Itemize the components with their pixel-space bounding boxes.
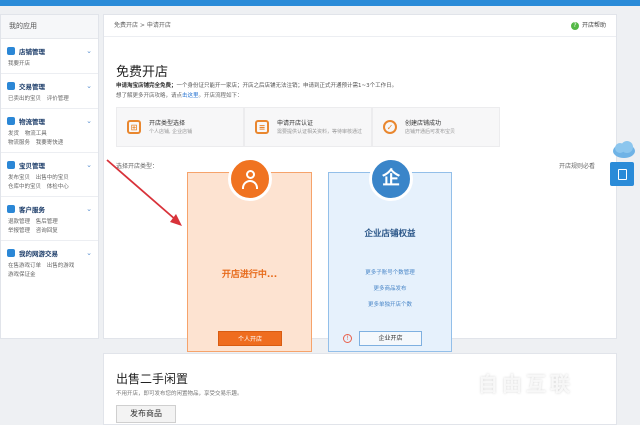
process-steps: ⊞ 开店类型选择 个人店铺, 企业店铺 ≡ 申请开店认证 需要提供认证相关资料，… (116, 107, 628, 147)
main-panel: 免费开店 > 申请开店 ? 开店帮助 免费开店 申请淘宝店铺完全免费；一个身份证… (103, 14, 617, 352)
chevron-down-icon[interactable]: ⌄ (86, 47, 92, 55)
sidebar-section-items: 宝贝管理 ⌄ 发布宝贝 出售中的宝贝 仓库中的宝贝 体检中心 (1, 153, 98, 197)
enterprise-icon: 企 (369, 157, 413, 201)
benefit-item: 更多子账号个数管理 (365, 270, 415, 276)
grid-icon: ⊞ (127, 120, 141, 134)
sidebar-header: 我的应用 (1, 15, 98, 39)
chevron-down-icon[interactable]: ⌄ (86, 249, 92, 257)
cloud-icon[interactable] (611, 140, 637, 162)
sidebar-section-service: 客户服务 ⌄ 退款管理 售后管理 举报管理 咨询回复 (1, 197, 98, 241)
sidebar-link[interactable]: 咨询回复 (36, 228, 58, 234)
sidebar-link[interactable]: 发布宝贝 (8, 175, 30, 181)
chevron-down-icon[interactable]: ⌄ (86, 161, 92, 169)
sidebar-link[interactable]: 评价管理 (47, 96, 69, 102)
step-item: ✓ 创建店铺成功 店铺开通后可发布宝贝 (372, 107, 500, 147)
store-icon (7, 46, 15, 55)
benefit-item: 更多单独开店个数 (367, 302, 412, 308)
sidebar-section-games: 我的网游交易 ⌄ 在售游戏订单 出售的游戏 游戏保证金 (1, 241, 98, 284)
sidebar-section-store: 店铺管理 ⌄ 我要开店 (1, 39, 98, 74)
person-icon (228, 157, 272, 201)
secondhand-title: 出售二手闲置 (116, 372, 189, 386)
notice-bold: 申请淘宝店铺完全免费； (116, 83, 177, 89)
enterprise-store-button[interactable]: 企业开店 (359, 331, 422, 346)
breadcrumb: 免费开店 > 申请开店 ? 开店帮助 (104, 15, 616, 37)
sidebar-section-title[interactable]: 我的网游交易 ⌄ (7, 247, 92, 258)
trade-icon (7, 81, 15, 90)
feedback-tab[interactable] (610, 162, 634, 186)
help-label: 开店帮助 (581, 22, 606, 29)
sidebar-section-logistics: 物流管理 ⌄ 发货 物流工具 物流服务 我要寄快递 (1, 109, 98, 153)
sidebar-link[interactable]: 已卖出的宝贝 (8, 96, 41, 102)
help-link[interactable]: ? 开店帮助 (570, 15, 606, 37)
sidebar-section-trade: 交易管理 ⌄ 已卖出的宝贝 评价管理 (1, 74, 98, 109)
sidebar: 我的应用 店铺管理 ⌄ 我要开店 交易管理 ⌄ 已卖出的宝贝 评价管理 物流管理… (0, 14, 99, 339)
sidebar-link[interactable]: 出售中的宝贝 (36, 175, 69, 181)
notice-rest: 一个身份证只能开一家店；开店之后店铺无法注销；申请到正式开通预计需1~3个工作日… (176, 83, 398, 89)
personal-store-card[interactable]: 开店进行中... 个人开店 (187, 157, 312, 352)
page-title: 免费开店 (116, 65, 169, 80)
sidebar-link[interactable]: 我要寄快递 (36, 140, 64, 146)
step-item: ≡ 申请开店认证 需要提供认证相关资料，等待审核通过 (244, 107, 372, 147)
document-icon: ≡ (255, 120, 269, 134)
watermark: 自由互联 (478, 372, 574, 396)
chevron-down-icon[interactable]: ⌄ (86, 82, 92, 90)
progress-status: 开店进行中... (221, 270, 278, 280)
sidebar-link[interactable]: 体检中心 (47, 184, 69, 190)
benefit-item: 更多商品发布 (373, 286, 407, 292)
personal-store-button[interactable]: 个人开店 (218, 331, 282, 346)
chevron-down-icon[interactable]: ⌄ (86, 117, 92, 125)
top-brand-bar (0, 0, 640, 6)
step-item: ⊞ 开店类型选择 个人店铺, 企业店铺 (116, 107, 244, 147)
guide-link[interactable]: 击这里 (182, 93, 199, 99)
document-icon (617, 168, 627, 180)
enterprise-store-card[interactable]: 企 企业店铺权益 更多子账号个数管理 更多商品发布 更多单独开店个数 ! 企业开… (328, 157, 452, 352)
headset-icon (7, 204, 15, 213)
truck-icon (7, 116, 15, 125)
warning-icon[interactable]: ! (343, 334, 352, 343)
question-icon: ? (570, 22, 579, 30)
sidebar-link[interactable]: 物流工具 (25, 131, 47, 137)
box-icon (7, 160, 15, 169)
sidebar-section-title[interactable]: 交易管理 ⌄ (7, 80, 92, 91)
sidebar-link[interactable]: 仓库中的宝贝 (8, 184, 41, 190)
sidebar-section-title[interactable]: 店铺管理 ⌄ (7, 45, 92, 56)
rules-link[interactable]: 开店规则必看 (559, 161, 595, 170)
enterprise-card-title: 企业店铺权益 (364, 229, 416, 239)
guide-text: 想了解更多开店攻略，请点击这里。开店流程如下： (116, 93, 243, 99)
gamepad-icon (7, 248, 15, 257)
sidebar-link[interactable]: 我要开店 (8, 61, 30, 67)
sidebar-link[interactable]: 物流服务 (8, 140, 30, 146)
sidebar-section-title[interactable]: 物流管理 ⌄ (7, 115, 92, 126)
sidebar-link[interactable]: 游戏保证金 (8, 272, 36, 278)
sidebar-link[interactable]: 在售游戏订单 (8, 263, 41, 269)
secondhand-subtitle: 不用开店，即可发布您的闲置物品，享受交易乐趣。 (116, 391, 243, 397)
sidebar-link[interactable]: 发货 (8, 131, 19, 137)
sidebar-link[interactable]: 售后管理 (36, 219, 58, 225)
breadcrumb-text[interactable]: 免费开店 > 申请开店 (114, 22, 171, 29)
benefit-list: 更多子账号个数管理 更多商品发布 更多单独开店个数 (329, 265, 451, 313)
publish-item-button[interactable]: 发布商品 (116, 405, 176, 423)
sidebar-link[interactable]: 退款管理 (8, 219, 30, 225)
sidebar-section-title[interactable]: 宝贝管理 ⌄ (7, 159, 92, 170)
sidebar-link[interactable]: 出售的游戏 (47, 263, 75, 269)
sidebar-section-title[interactable]: 客户服务 ⌄ (7, 203, 92, 214)
notice-text: 申请淘宝店铺完全免费；一个身份证只能开一家店；开店之后店铺无法注销；申请到正式开… (116, 81, 397, 89)
chevron-down-icon[interactable]: ⌄ (86, 205, 92, 213)
choose-type-label: 选择开店类型： (116, 163, 159, 170)
sidebar-link[interactable]: 举报管理 (8, 228, 30, 234)
checkmark-icon: ✓ (383, 120, 397, 134)
